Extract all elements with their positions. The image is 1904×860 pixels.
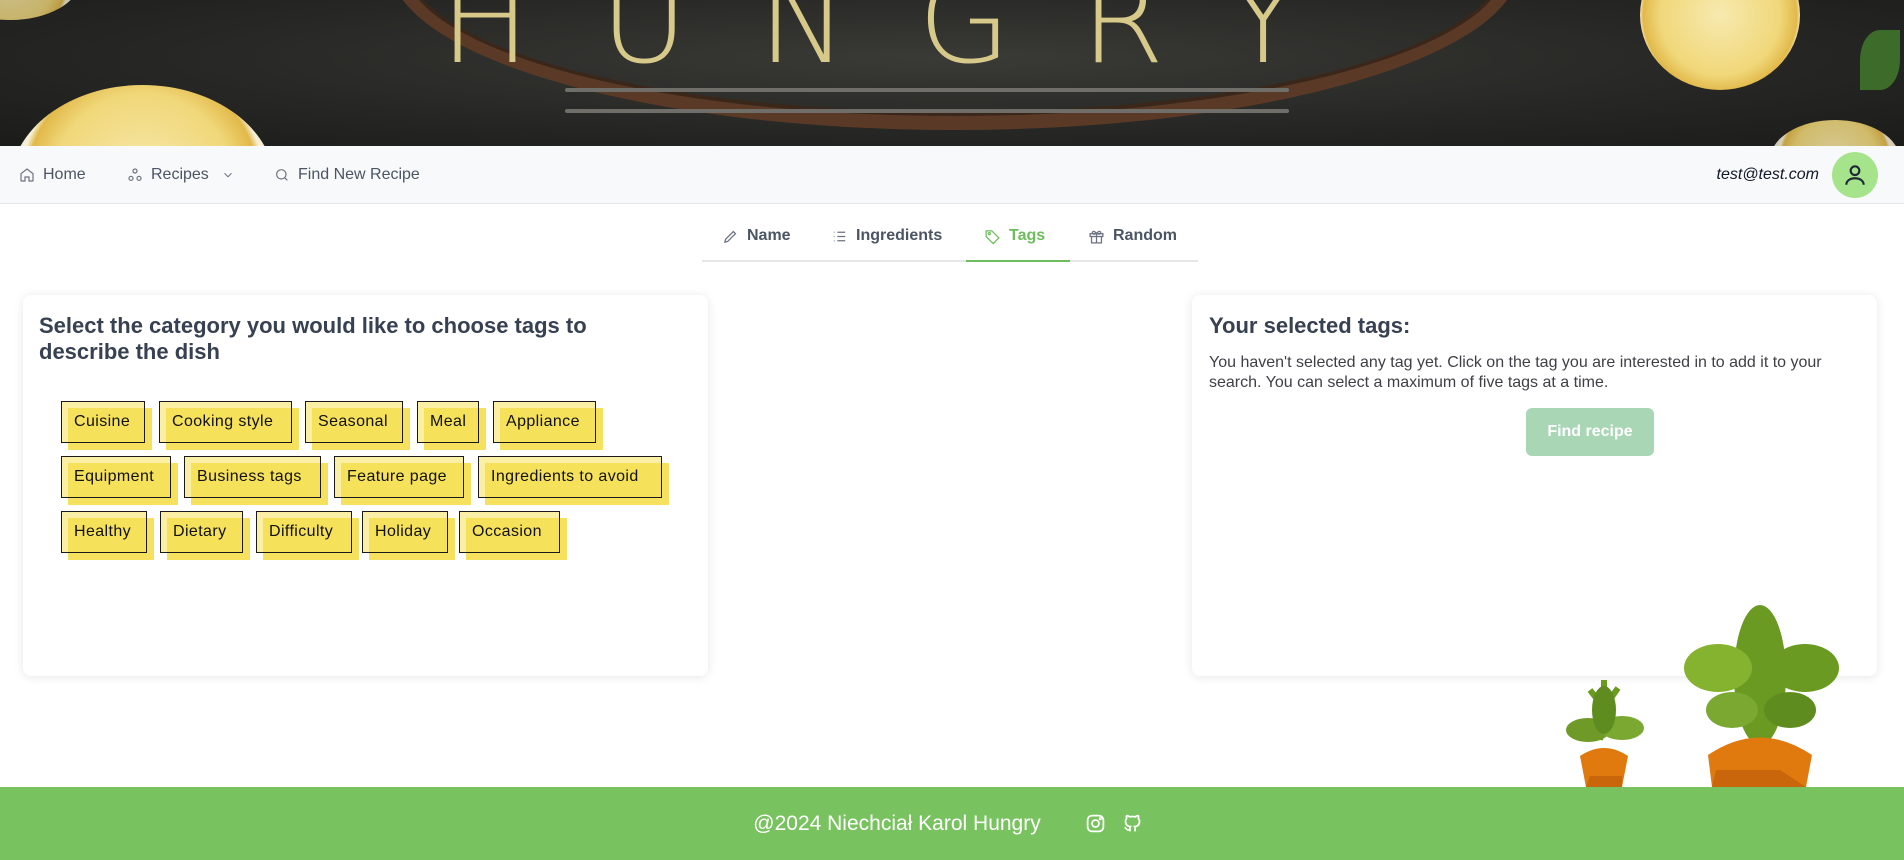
tag-category-button[interactable]: Equipment	[61, 456, 178, 505]
tab-tags[interactable]: Tags	[984, 210, 1045, 262]
logo-underline	[565, 88, 1289, 92]
tag-label: Cuisine	[61, 401, 145, 443]
nav-recipes-dropdown[interactable]: Recipes	[127, 146, 235, 204]
herb-leaf-image	[1860, 30, 1900, 90]
instagram-icon[interactable]	[1085, 813, 1106, 834]
tag-label: Business tags	[184, 456, 321, 498]
tab-tags-label: Tags	[1009, 227, 1046, 244]
tag-label: Cooking style	[159, 401, 292, 443]
tag-category-button[interactable]: Feature page	[334, 456, 471, 505]
carrot-illustration-icon	[1566, 605, 1839, 787]
tab-ingredients[interactable]: Ingredients	[831, 210, 942, 262]
tag-category-button[interactable]: Business tags	[184, 456, 328, 505]
tag-category-button[interactable]: Cuisine	[61, 401, 152, 450]
tab-name-label: Name	[747, 227, 791, 244]
search-mode-tabs: Name Ingredients Tags Random	[702, 210, 1198, 262]
tag-category-button[interactable]: Appliance	[493, 401, 603, 450]
tag-label: Healthy	[61, 511, 147, 553]
lemon-slice-image	[10, 85, 275, 146]
tag-category-button[interactable]: Ingredients to avoid	[478, 456, 669, 505]
tag-label: Meal	[417, 401, 479, 443]
lemon-slice-image	[1640, 0, 1800, 90]
tab-name[interactable]: Name	[722, 210, 791, 262]
tag-category-button[interactable]: Cooking style	[159, 401, 299, 450]
tag-label: Feature page	[334, 456, 464, 498]
tab-ingredients-label: Ingredients	[856, 227, 943, 244]
nav-recipes-label: Recipes	[151, 166, 209, 183]
bowl-image	[0, 0, 80, 20]
hungry-logo: HUNGRY	[440, 0, 1370, 91]
nav-home-label: Home	[43, 166, 86, 183]
home-icon	[20, 168, 34, 182]
tab-random-label: Random	[1113, 227, 1177, 244]
github-icon[interactable]	[1122, 813, 1143, 834]
nav-find-new-recipe-label: Find New Recipe	[298, 166, 420, 183]
pencil-icon	[723, 230, 737, 243]
top-navbar: Home Recipes Find New Recipe test@test.c…	[0, 146, 1904, 204]
avatar[interactable]	[1832, 152, 1878, 198]
tag-category-button[interactable]: Holiday	[362, 511, 455, 560]
tag-label: Holiday	[362, 511, 448, 553]
tag-category-button[interactable]: Meal	[417, 401, 486, 450]
header-banner: HUNGRY	[0, 0, 1904, 146]
tag-category-button[interactable]: Dietary	[160, 511, 250, 560]
search-icon	[276, 169, 288, 181]
tag-label: Ingredients to avoid	[478, 456, 662, 498]
tag-category-button[interactable]: Healthy	[61, 511, 154, 560]
nav-find-new-recipe[interactable]: Find New Recipe	[274, 146, 420, 204]
nav-home[interactable]: Home	[19, 146, 86, 204]
tab-random[interactable]: Random	[1088, 210, 1177, 262]
selected-tags-title: Your selected tags:	[1209, 313, 1411, 338]
bowl-image	[1770, 120, 1900, 146]
find-recipe-button[interactable]: Find recipe	[1526, 408, 1654, 456]
list-icon	[833, 231, 846, 241]
tag-icon	[985, 229, 1000, 244]
tag-label: Dietary	[160, 511, 243, 553]
user-icon	[1845, 165, 1865, 185]
tag-label: Seasonal	[305, 401, 403, 443]
active-tab-indicator	[966, 260, 1070, 262]
logo-underline	[565, 109, 1289, 113]
footer: @2024 Niechciał Karol Hungry	[0, 787, 1904, 860]
tag-categories-card: Select the category you would like to ch…	[23, 295, 708, 676]
tag-label: Equipment	[61, 456, 171, 498]
tag-categories-title: Select the category you would like to ch…	[39, 313, 587, 364]
tag-category-button[interactable]: Occasion	[459, 511, 567, 560]
tag-label: Difficulty	[256, 511, 352, 553]
tag-label: Occasion	[459, 511, 560, 553]
tag-category-button[interactable]: Difficulty	[256, 511, 359, 560]
user-email: test@test.com	[1716, 166, 1820, 183]
chevron-down-icon	[223, 172, 232, 178]
selected-tags-description: You haven't selected any tag yet. Click …	[1209, 354, 1822, 391]
gift-icon	[1089, 230, 1104, 244]
footer-copyright: @2024 Niechciał Karol Hungry	[753, 811, 1041, 835]
recipes-icon	[128, 168, 142, 181]
tag-category-button[interactable]: Seasonal	[305, 401, 410, 450]
tag-label: Appliance	[493, 401, 596, 443]
